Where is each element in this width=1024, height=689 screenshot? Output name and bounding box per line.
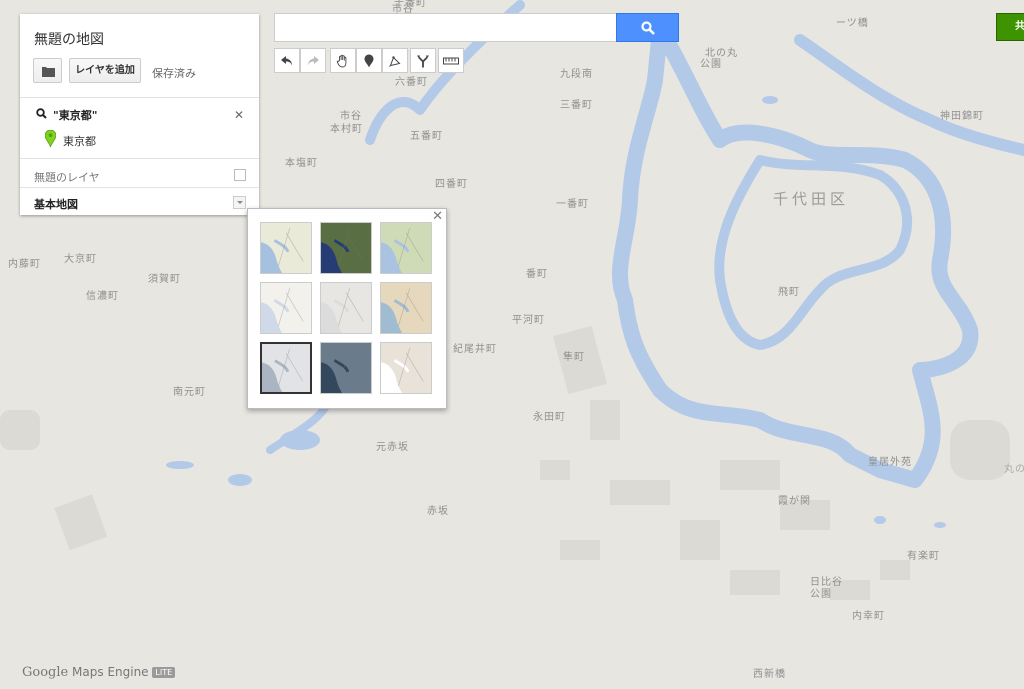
map-label: 信濃町 bbox=[86, 291, 119, 302]
folder-icon bbox=[42, 67, 55, 77]
basemap-thumbnail-light-landmass[interactable] bbox=[260, 342, 312, 394]
basemap-thumbnail-light-political[interactable] bbox=[260, 282, 312, 334]
undo-icon bbox=[281, 55, 292, 65]
search-input[interactable] bbox=[274, 13, 616, 42]
layers-panel: 無題の地図 レイヤを追加 保存済み "東京都" ✕ 東京都 無題のレイヤ 基本地… bbox=[20, 14, 259, 215]
add-layer-button[interactable]: レイヤを追加 bbox=[69, 58, 141, 83]
divider bbox=[20, 97, 259, 98]
map-label: 皇居外苑 bbox=[868, 457, 912, 468]
map-label: 大京町 bbox=[64, 254, 97, 265]
map-label: 番町 bbox=[526, 269, 548, 280]
layer-name[interactable]: 無題のレイヤ bbox=[34, 169, 100, 185]
map-label: 公園 bbox=[810, 589, 832, 600]
marker-icon bbox=[364, 54, 374, 67]
map-label: 五番町 bbox=[410, 131, 443, 142]
map-label: 四番町 bbox=[435, 179, 468, 190]
add-directions-button[interactable] bbox=[410, 48, 436, 73]
map-label: 平河町 bbox=[512, 315, 545, 326]
footer-branding: Google Maps Engine LITE bbox=[22, 665, 176, 680]
google-logo: Google bbox=[22, 665, 69, 680]
search-button[interactable] bbox=[616, 13, 679, 42]
map-label: 西新橋 bbox=[753, 669, 786, 680]
hand-icon bbox=[336, 54, 347, 67]
map-label: 神田錦町 bbox=[940, 111, 984, 122]
basemap-thumbnail-mono-city[interactable] bbox=[320, 282, 372, 334]
map-label: 須賀町 bbox=[148, 274, 181, 285]
map-label: 内藤町 bbox=[8, 259, 41, 270]
map-label: 赤坂 bbox=[427, 506, 449, 517]
divider bbox=[20, 187, 259, 188]
map-title[interactable]: 無題の地図 bbox=[34, 29, 104, 49]
basemap-thumbnail-map[interactable] bbox=[260, 222, 312, 274]
divider bbox=[20, 158, 259, 159]
pan-tool-button[interactable] bbox=[330, 48, 356, 73]
redo-button[interactable] bbox=[300, 48, 326, 73]
lite-badge: LITE bbox=[152, 667, 176, 678]
add-marker-button[interactable] bbox=[356, 48, 382, 73]
map-label: 隼町 bbox=[563, 352, 585, 363]
basemap-label[interactable]: 基本地図 bbox=[34, 196, 78, 212]
redo-icon bbox=[308, 55, 319, 65]
basemap-thumbnail-terrain[interactable] bbox=[380, 222, 432, 274]
map-label: 飛町 bbox=[778, 287, 800, 298]
map-label: 紀尾井町 bbox=[453, 344, 497, 355]
map-label: 元赤坂 bbox=[376, 442, 409, 453]
map-label-ward: 千代田区 bbox=[773, 190, 850, 208]
close-icon[interactable]: ✕ bbox=[234, 108, 244, 122]
map-label: 有楽町 bbox=[907, 551, 940, 562]
map-label: 南元町 bbox=[173, 387, 206, 398]
close-icon[interactable]: ✕ bbox=[432, 209, 443, 224]
basemap-gallery: ✕ bbox=[247, 208, 447, 409]
draw-line-button[interactable] bbox=[382, 48, 408, 73]
marker-pin-icon[interactable] bbox=[45, 130, 56, 147]
share-button[interactable]: 共 bbox=[996, 13, 1024, 41]
map-label: 本村町 bbox=[330, 124, 363, 135]
basemap-thumbnail-whitewater[interactable] bbox=[380, 342, 432, 394]
map-label: 霞が関 bbox=[778, 496, 811, 507]
map-label: 永田町 bbox=[533, 412, 566, 423]
directions-icon bbox=[417, 55, 429, 67]
search-result-item[interactable]: 東京都 bbox=[63, 133, 96, 149]
saved-status: 保存済み bbox=[152, 67, 196, 80]
map-label: 六番町 bbox=[395, 77, 428, 88]
measure-button[interactable] bbox=[438, 48, 464, 73]
search-icon bbox=[641, 21, 655, 35]
map-label: ーツ橋 bbox=[836, 18, 869, 29]
undo-button[interactable] bbox=[274, 48, 300, 73]
open-map-button[interactable] bbox=[33, 58, 62, 83]
map-label: 十番町 bbox=[394, 0, 427, 9]
layer-checkbox[interactable] bbox=[234, 169, 246, 181]
basemap-dropdown-toggle[interactable] bbox=[233, 196, 246, 209]
map-label: 九段南 bbox=[560, 69, 593, 80]
map-label: 三番町 bbox=[560, 100, 593, 111]
map-label: 一番町 bbox=[556, 199, 589, 210]
product-name: Maps Engine bbox=[72, 665, 149, 679]
basemap-thumbnail-dark-landmass[interactable] bbox=[320, 342, 372, 394]
map-label: 公園 bbox=[700, 59, 722, 70]
map-label: 本塩町 bbox=[285, 158, 318, 169]
draw-line-icon bbox=[389, 55, 401, 67]
map-label: 丸の bbox=[1004, 464, 1024, 475]
search-icon bbox=[36, 108, 47, 119]
basemap-thumbnail-simple-atlas[interactable] bbox=[380, 282, 432, 334]
ruler-icon bbox=[443, 57, 459, 64]
search-layer-title[interactable]: "東京都" bbox=[53, 107, 97, 123]
basemap-thumbnail-satellite[interactable] bbox=[320, 222, 372, 274]
map-label: 内幸町 bbox=[852, 611, 885, 622]
